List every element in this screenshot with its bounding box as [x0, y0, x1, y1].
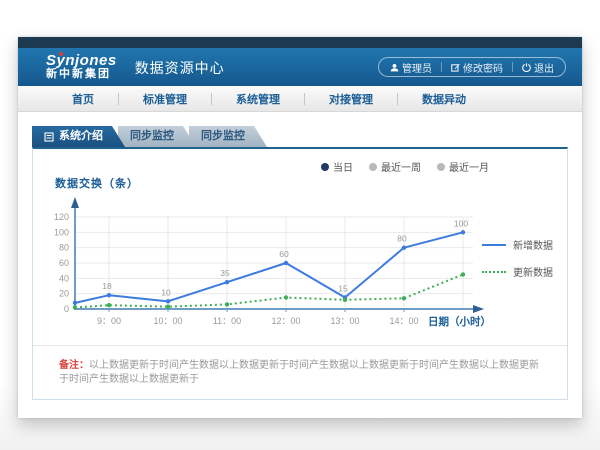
legend-label: 更新数据	[513, 264, 553, 279]
divider	[441, 62, 442, 72]
svg-text:100: 100	[54, 227, 69, 237]
footnote-label: 备注：	[59, 360, 89, 371]
main-nav: 首页 标准管理 系统管理 对接管理 数据异动	[18, 86, 582, 112]
logout-label: 退出	[534, 60, 554, 75]
user-toolbar: 管理员 修改密码 退出	[378, 57, 566, 77]
svg-text:120: 120	[54, 212, 69, 222]
edit-icon	[451, 63, 460, 72]
svg-text:60: 60	[59, 258, 69, 268]
logo-brand: Synjones	[46, 53, 117, 69]
svg-text:35: 35	[220, 268, 230, 278]
y-axis-title: 数据交换（条）	[55, 175, 139, 191]
tab-sync-monitor-2[interactable]: 同步监控	[189, 126, 267, 147]
logo-company: 新中新集团	[46, 69, 117, 81]
current-user-label: 管理员	[402, 60, 432, 75]
change-password-label: 修改密码	[463, 60, 503, 75]
chart-legend: 新增数据 更新数据	[482, 237, 553, 279]
chart-container: 0 20 40 60 80 100 120 9：00 10：00 11：00 12：00 13：00 1…	[41, 193, 493, 348]
svg-text:11：00: 11：00	[213, 316, 241, 326]
legend-entry-updated-data: 更新数据	[482, 264, 553, 279]
radio-icon	[369, 163, 377, 171]
chart-panel: 当日 最近一周 最近一月 数据交换（条） 0 20 40 60 80 100 120 9：00…	[32, 147, 568, 400]
content-area: 系统介绍 同步监控 同步监控 当日 最近一周	[18, 112, 582, 418]
tab-label: 系统介绍	[59, 126, 103, 147]
period-option-last-week[interactable]: 最近一周	[369, 159, 421, 174]
footnote: 备注：以上数据更新于时间产生数据以上数据更新于时间产生数据以上数据更新于时间产生…	[33, 345, 567, 387]
tab-sync-monitor-1[interactable]: 同步监控	[118, 126, 196, 147]
svg-text:40: 40	[59, 273, 69, 283]
legend-entry-new-data: 新增数据	[482, 237, 553, 252]
tab-bar: 系统介绍 同步监控 同步监控	[18, 112, 582, 147]
svg-text:9：00: 9：00	[97, 316, 121, 326]
svg-text:15: 15	[338, 284, 348, 294]
desktop-background: Synjones 新中新集团 数据资源中心 管理员 修改密码 退出	[0, 0, 600, 450]
svg-text:0: 0	[64, 304, 69, 314]
svg-text:13：00: 13：00	[330, 316, 359, 326]
document-icon	[44, 132, 54, 142]
nav-item-data-change[interactable]: 数据异动	[398, 91, 490, 107]
line-chart: 0 20 40 60 80 100 120 9：00 10：00 11：00 12：00 13：00 1…	[41, 193, 493, 343]
logout-button[interactable]: 退出	[522, 60, 554, 75]
nav-item-standard-mgmt[interactable]: 标准管理	[119, 91, 211, 107]
svg-text:60: 60	[279, 249, 289, 259]
current-user-button[interactable]: 管理员	[390, 60, 432, 75]
svg-text:100: 100	[454, 218, 468, 228]
page-title: 数据资源中心	[135, 56, 225, 78]
app-window: Synjones 新中新集团 数据资源中心 管理员 修改密码 退出	[18, 37, 582, 418]
svg-text:12：00: 12：00	[271, 316, 300, 326]
svg-text:10: 10	[161, 287, 171, 297]
app-header: Synjones 新中新集团 数据资源中心 管理员 修改密码 退出	[18, 48, 582, 86]
tab-label: 同步监控	[130, 130, 174, 142]
svg-text:18: 18	[102, 281, 112, 291]
period-option-last-month[interactable]: 最近一月	[437, 159, 489, 174]
period-label: 最近一月	[449, 159, 489, 174]
period-option-today[interactable]: 当日	[321, 159, 353, 174]
divider	[512, 62, 513, 72]
tab-label: 同步监控	[201, 130, 245, 142]
svg-text:80: 80	[59, 243, 69, 253]
footnote-text: 以上数据更新于时间产生数据以上数据更新于时间产生数据以上数据更新于时间产生数据以…	[59, 360, 539, 385]
radio-icon	[437, 163, 445, 171]
user-icon	[390, 63, 399, 72]
svg-text:80: 80	[397, 234, 407, 244]
nav-item-interface-mgmt[interactable]: 对接管理	[305, 91, 397, 107]
legend-label: 新增数据	[513, 237, 553, 252]
period-selector: 当日 最近一周 最近一月	[321, 159, 489, 174]
svg-text:20: 20	[59, 289, 69, 299]
period-label: 最近一周	[381, 159, 421, 174]
svg-text:10：00: 10：00	[153, 316, 182, 326]
change-password-button[interactable]: 修改密码	[451, 60, 503, 75]
svg-text:14：00: 14：00	[389, 316, 418, 326]
logo[interactable]: Synjones 新中新集团	[46, 53, 117, 80]
svg-text:日期（小时）: 日期（小时）	[428, 315, 491, 328]
nav-item-home[interactable]: 首页	[48, 91, 118, 107]
window-top-strip	[18, 37, 582, 48]
power-icon	[522, 63, 531, 72]
tab-system-intro[interactable]: 系统介绍	[32, 126, 125, 147]
dotted-line-icon	[482, 271, 506, 273]
radio-selected-icon	[321, 163, 329, 171]
period-label: 当日	[333, 159, 353, 174]
nav-item-system-mgmt[interactable]: 系统管理	[212, 91, 304, 107]
solid-line-icon	[482, 244, 506, 246]
